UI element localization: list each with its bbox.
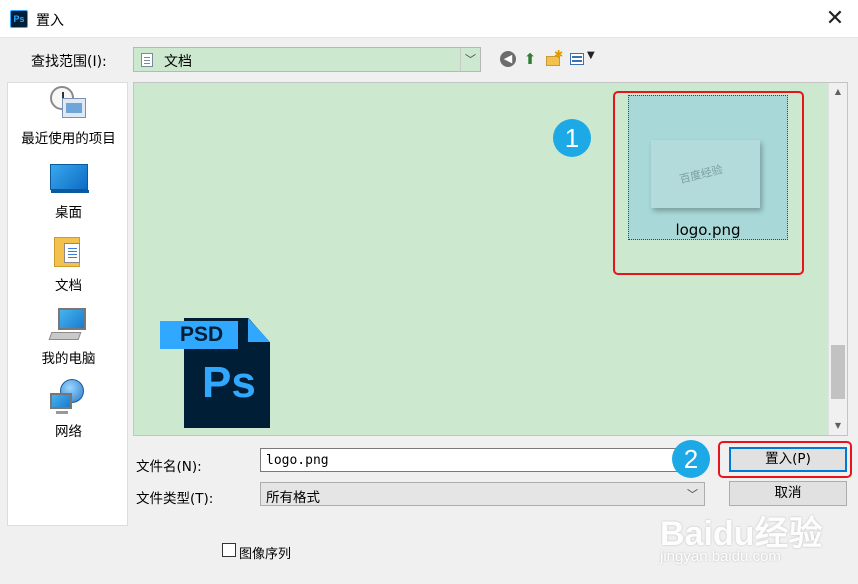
ps-logo-text: Ps [202, 358, 256, 407]
lookin-label: 查找范围(I): [31, 54, 107, 70]
scrollbar-thumb[interactable] [831, 345, 845, 399]
sparkle-icon: ✱ [554, 48, 564, 61]
filetype-label: 文件类型(T): [136, 491, 214, 507]
psd-tag-label: PSD [160, 321, 238, 349]
sidebar-item-desktop[interactable]: 桌面 [8, 157, 129, 227]
vertical-scrollbar[interactable]: ▲ ▼ [828, 83, 847, 435]
scroll-up-icon[interactable]: ▲ [829, 83, 847, 101]
up-folder-icon[interactable]: ⬆ [522, 50, 538, 68]
image-sequence-label: 图像序列 [239, 547, 292, 562]
network-icon [50, 379, 88, 417]
callout-highlight-button [718, 441, 852, 478]
lookin-dropdown[interactable]: 文档 ﹀ [133, 47, 481, 72]
new-folder-icon[interactable]: ✱ [545, 48, 564, 68]
sidebar-item-recent[interactable]: 最近使用的项目 [8, 83, 129, 153]
recent-items-icon [50, 86, 88, 124]
image-sequence-checkbox[interactable] [222, 543, 236, 557]
window-title: 置入 [36, 13, 64, 29]
chevron-down-icon: ﹀ [687, 488, 698, 501]
cancel-button[interactable]: 取消 [729, 481, 847, 506]
sidebar-item-label: 桌面 [55, 205, 82, 221]
sidebar-item-network[interactable]: 网络 [8, 376, 129, 446]
scroll-down-icon[interactable]: ▼ [829, 417, 847, 435]
grid-view-icon [570, 53, 584, 65]
chevron-down-icon[interactable]: ﹀ [460, 48, 480, 71]
filetype-select[interactable]: 所有格式 ﹀ [260, 482, 705, 506]
computer-icon [48, 306, 88, 344]
psd-page-fold [248, 318, 270, 342]
sidebar-item-computer[interactable]: 我的电脑 [8, 303, 129, 373]
baidu-watermark-url: jingyan.baidu.com [660, 548, 781, 565]
callout-badge-1: 1 [553, 119, 591, 157]
sidebar-item-documents[interactable]: 文档 [8, 230, 129, 300]
view-menu-icon[interactable]: ▼ [569, 50, 597, 68]
sidebar-item-label: 文档 [55, 278, 82, 294]
places-sidebar: 最近使用的项目 桌面 文档 我的电脑 网络 [7, 82, 128, 526]
sidebar-item-label: 网络 [55, 424, 82, 440]
lookin-value: 文档 [164, 54, 192, 70]
close-icon[interactable]: ✕ [820, 4, 850, 34]
dropdown-arrow-icon: ▼ [587, 50, 595, 61]
document-folder-icon [141, 53, 153, 67]
desktop-icon [50, 160, 89, 198]
callout-highlight-file [613, 91, 804, 275]
callout-badge-2: 2 [672, 440, 710, 478]
title-bar: Ps 置入 ✕ [0, 0, 858, 38]
sidebar-item-label: 最近使用的项目 [21, 131, 116, 147]
documents-icon [50, 233, 88, 271]
back-icon[interactable]: ◀ [500, 51, 516, 67]
photoshop-psd-logo: PSD Ps [160, 318, 272, 430]
filename-label: 文件名(N): [136, 459, 202, 475]
filename-input[interactable] [260, 448, 680, 472]
filetype-value: 所有格式 [266, 490, 320, 506]
sidebar-item-label: 我的电脑 [41, 351, 96, 367]
photoshop-app-icon: Ps [10, 10, 28, 28]
